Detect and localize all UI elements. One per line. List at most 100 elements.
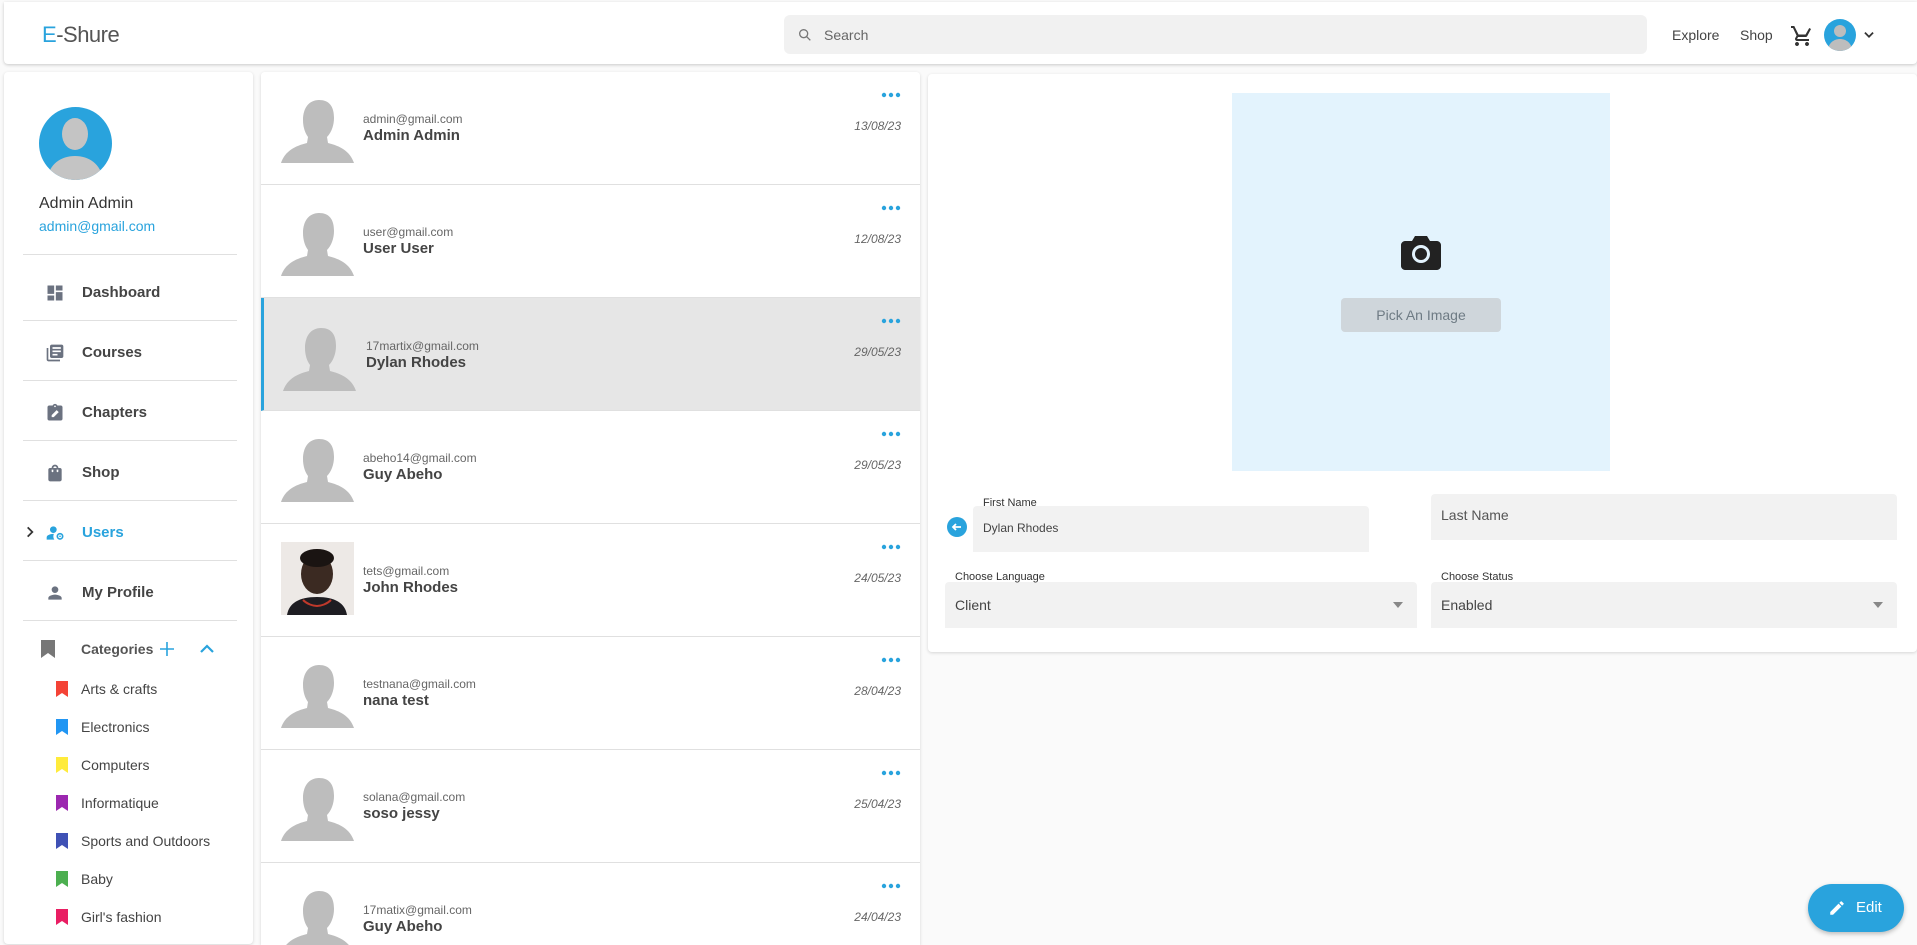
manage-accounts-icon [46,526,64,540]
add-category-icon[interactable] [159,641,175,657]
more-options-icon[interactable] [881,318,901,324]
sidebar-item-label: Shop [82,464,120,481]
sidebar-item-label: Users [82,524,124,541]
language-label: Choose Language [955,571,1045,583]
nav-explore-link[interactable]: Explore [1672,27,1719,43]
avatar-silhouette-icon [1828,25,1852,51]
user-list-item-selected[interactable]: 17martix@gmail.com Dylan Rhodes 29/05/23 [261,298,920,411]
category-item[interactable]: Electronics [23,712,237,742]
person-icon [48,586,62,600]
search-input[interactable] [824,15,1624,54]
sidebar-item-shop[interactable]: Shop [23,450,237,496]
user-date: 25/04/23 [854,797,901,811]
more-options-icon[interactable] [881,657,901,663]
category-label: Arts & crafts [81,681,158,697]
first-name-value: Dylan Rhodes [983,521,1059,535]
edit-label: Edit [1856,899,1882,916]
category-label: Baby [81,871,113,887]
divider [23,440,237,441]
dropdown-arrow-icon [1393,602,1403,608]
category-item[interactable]: Arts & crafts [23,674,237,704]
sidebar-item-users[interactable]: Users [23,510,237,556]
user-name: Guy Abeho [363,466,443,483]
more-options-icon[interactable] [881,92,901,98]
first-name-label: First Name [983,497,1037,509]
sidebar-item-label: Dashboard [82,284,161,301]
last-name-field[interactable]: Last Name [1431,494,1897,540]
image-upload-area[interactable]: Pick An Image [1232,93,1610,471]
sidebar-item-dashboard[interactable]: Dashboard [23,270,237,316]
bookmark-icon [56,681,68,697]
bookmark-icon [56,871,68,887]
app-logo[interactable]: E-Shure [42,22,120,48]
sidebar-item-chapters[interactable]: Chapters [23,390,237,436]
nav-shop-link[interactable]: Shop [1740,27,1773,43]
search-bar[interactable] [784,15,1647,54]
divider [23,620,237,621]
category-item[interactable]: Computers [23,750,237,780]
arrow-back-icon [951,523,961,531]
chevron-down-icon[interactable] [1862,28,1876,42]
user-list-item[interactable]: tets@gmail.com John Rhodes 24/05/23 [261,524,920,637]
first-name-field[interactable]: First Name Dylan Rhodes [973,497,1369,552]
category-label: Computers [81,757,150,773]
top-app-bar: E-Shure Explore Shop [4,2,1917,64]
camera-icon [1401,236,1441,270]
user-date: 29/05/23 [854,345,901,359]
status-label: Choose Status [1441,571,1514,583]
user-avatar[interactable] [1824,19,1856,51]
user-email: 17martix@gmail.com [366,339,479,353]
back-button[interactable] [947,517,967,537]
user-list-item[interactable]: testnana@gmail.com nana test 28/04/23 [261,637,920,750]
chevron-up-icon[interactable] [199,641,215,657]
more-options-icon[interactable] [881,883,901,889]
status-select[interactable]: Choose Status Enabled [1431,571,1897,628]
user-email: tets@gmail.com [363,564,450,578]
category-item[interactable]: Informatique [23,788,237,818]
profile-avatar[interactable] [39,107,112,180]
user-avatar-placeholder [283,318,356,391]
category-item[interactable]: Sports and Outdoors [23,826,237,856]
bookmark-icon [56,719,68,735]
logo-prefix: E [42,22,57,47]
more-options-icon[interactable] [881,205,901,211]
more-options-icon[interactable] [881,770,901,776]
user-email: admin@gmail.com [363,112,463,126]
avatar-silhouette-icon [281,100,354,163]
bookmark-icon [41,640,55,658]
user-date: 24/05/23 [854,571,901,585]
avatar-silhouette-icon [281,665,354,728]
user-date: 12/08/23 [854,232,901,246]
user-list-item[interactable]: 17matix@gmail.com Guy Abeho 24/04/23 [261,863,920,945]
sidebar-item-courses[interactable]: Courses [23,330,237,376]
user-date: 13/08/23 [854,119,901,133]
user-name: Guy Abeho [363,918,443,935]
category-item[interactable]: Baby [23,864,237,894]
profile-email[interactable]: admin@gmail.com [39,218,155,234]
last-name-placeholder: Last Name [1441,507,1509,523]
user-avatar-placeholder [281,655,354,728]
user-list-item[interactable]: user@gmail.com User User 12/08/23 [261,185,920,298]
more-options-icon[interactable] [881,431,901,437]
more-options-icon[interactable] [881,544,901,550]
sidebar-item-my-profile[interactable]: My Profile [23,570,237,616]
avatar-silhouette-icon [47,118,103,180]
bookmark-icon [56,795,68,811]
user-date: 28/04/23 [854,684,901,698]
user-email: abeho14@gmail.com [363,451,477,465]
search-icon [799,28,811,41]
avatar-silhouette-icon [283,328,356,391]
library-books-icon [46,344,64,362]
edit-button[interactable]: Edit [1808,884,1904,932]
user-list-item[interactable]: solana@gmail.com soso jessy 25/04/23 [261,750,920,863]
shopping-bag-icon [48,464,62,482]
user-photo-image [281,542,354,615]
avatar-silhouette-icon [286,891,349,945]
cart-icon[interactable] [1790,24,1814,48]
category-label: Electronics [81,719,150,735]
user-list-item[interactable]: admin@gmail.com Admin Admin 13/08/23 [261,72,920,185]
pick-image-button[interactable]: Pick An Image [1341,298,1501,332]
user-list-item[interactable]: abeho14@gmail.com Guy Abeho 29/05/23 [261,411,920,524]
category-item[interactable]: Girl's fashion [23,902,237,932]
language-select[interactable]: Choose Language Client [945,571,1417,628]
